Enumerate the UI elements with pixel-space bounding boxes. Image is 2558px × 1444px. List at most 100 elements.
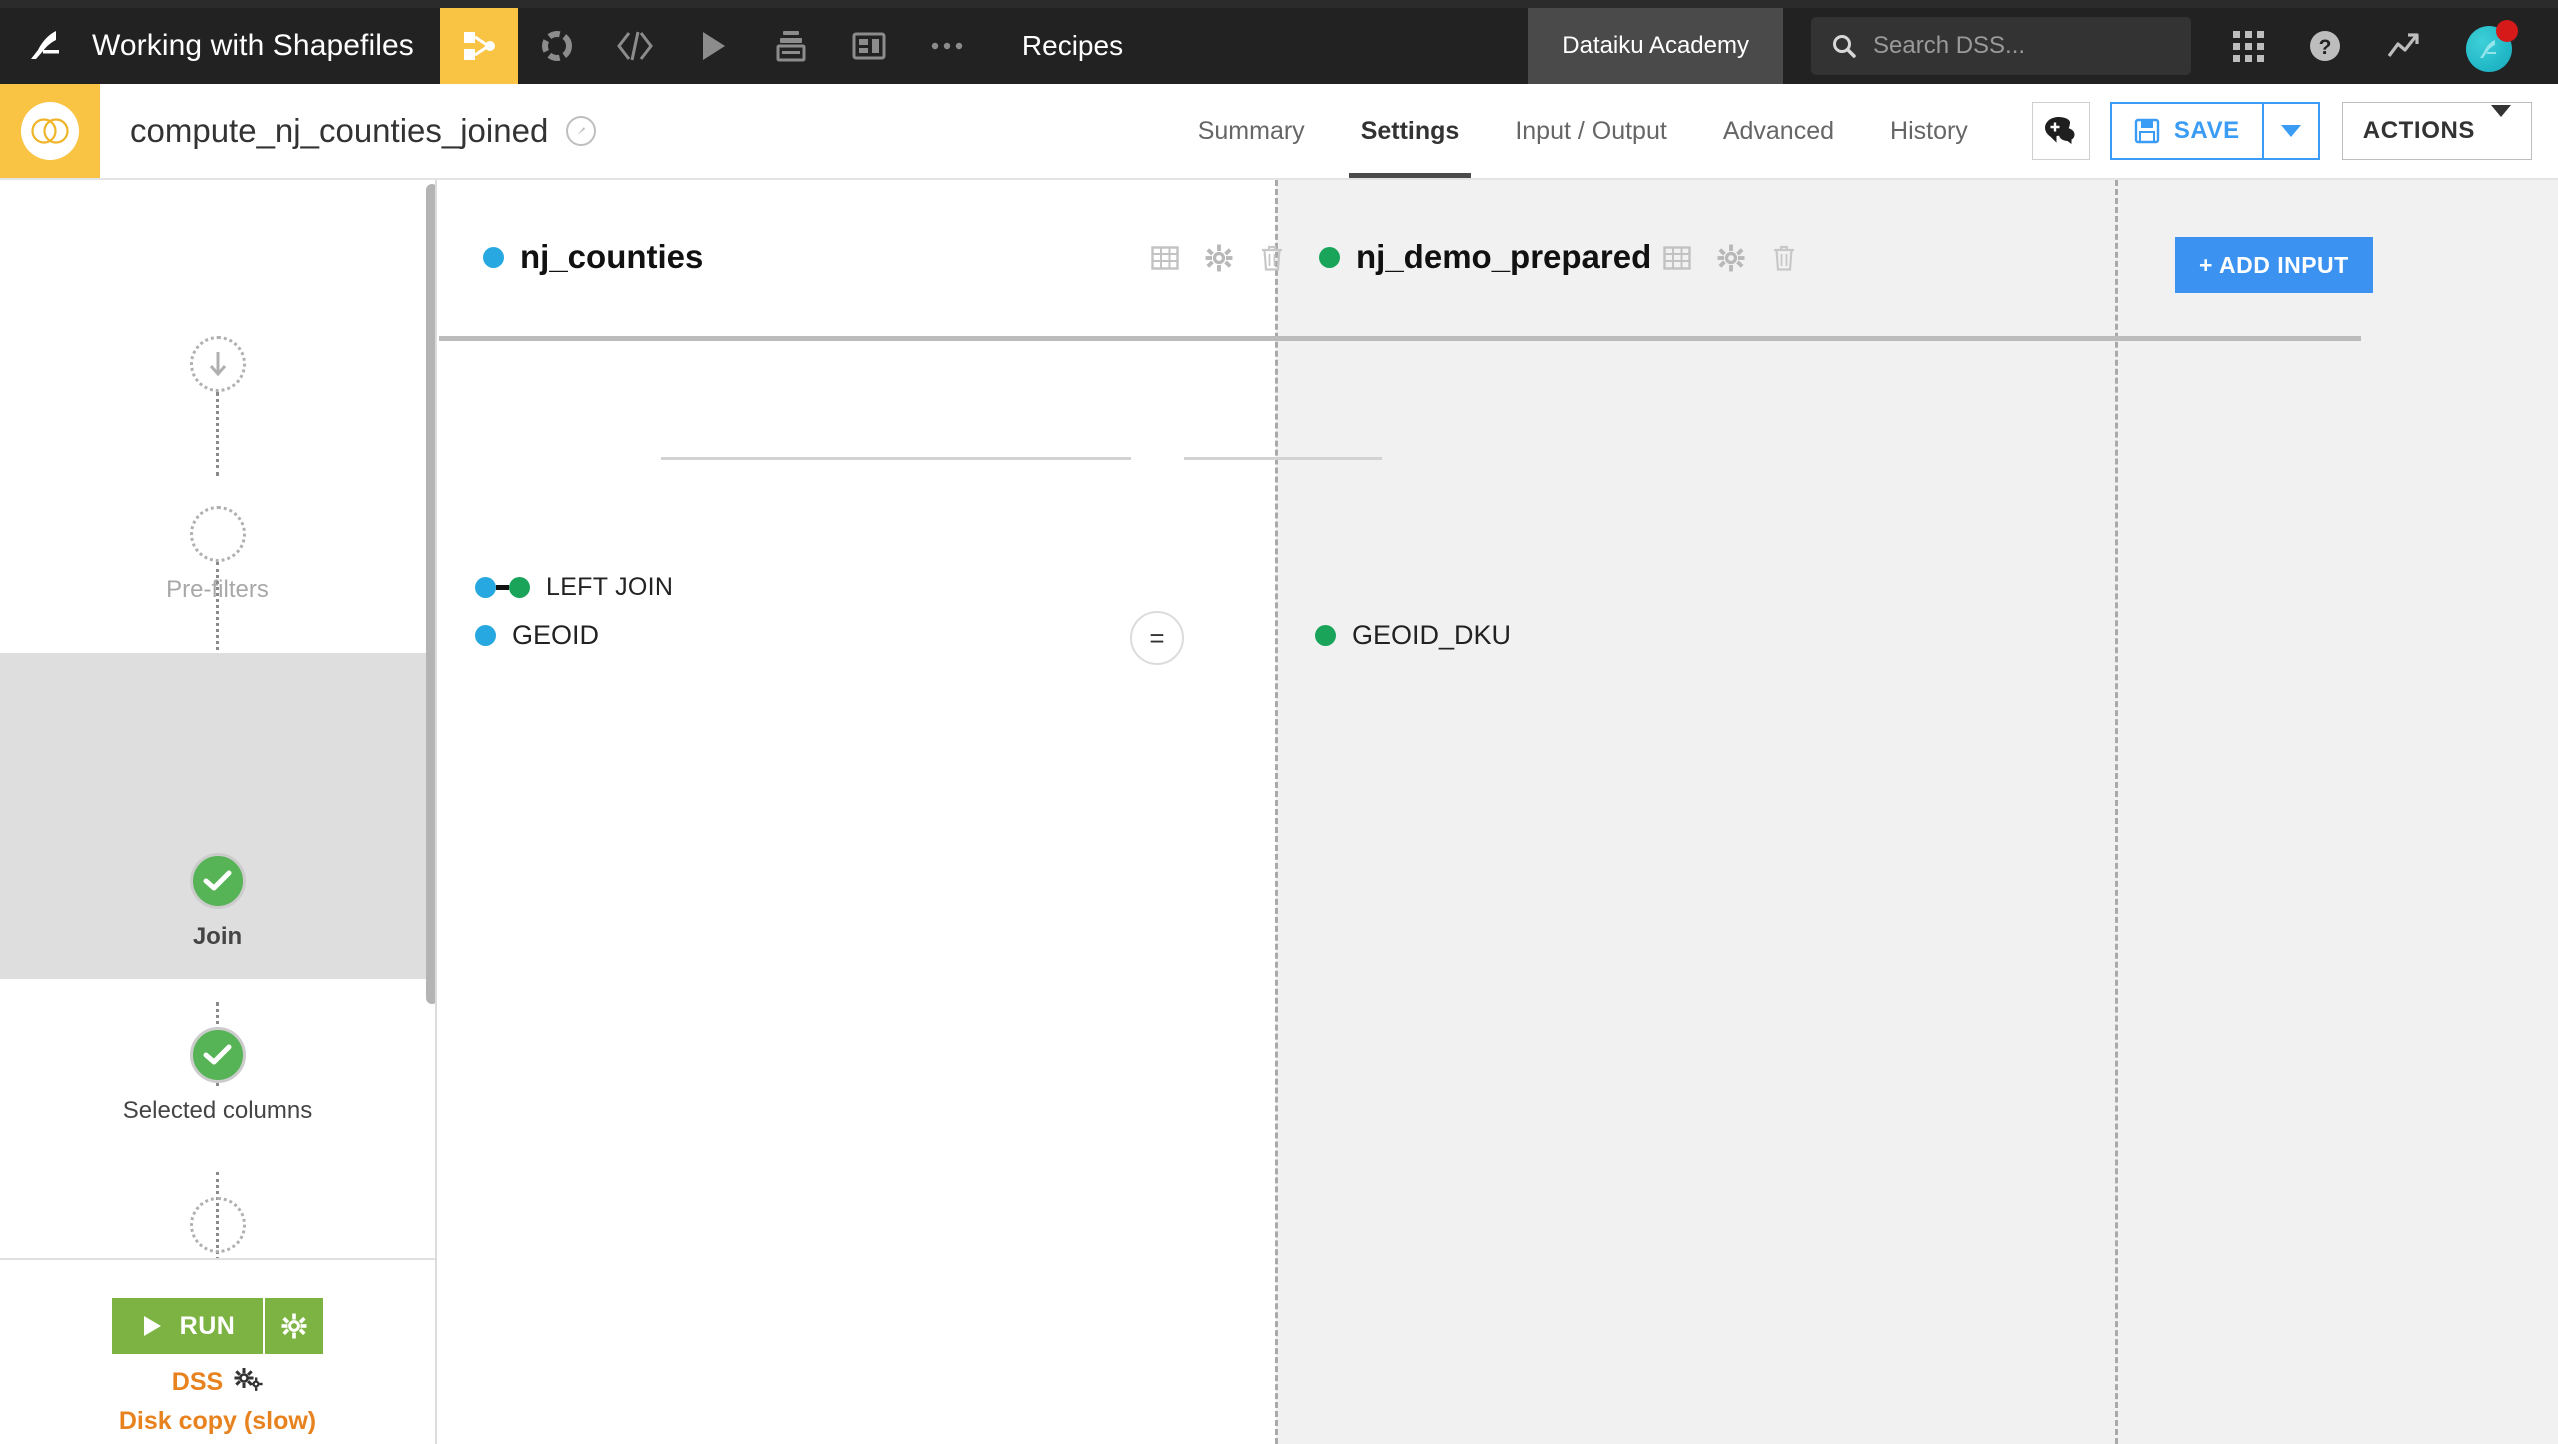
run-button[interactable]: RUN: [111, 1298, 264, 1354]
save-dropdown-button[interactable]: [2263, 102, 2320, 160]
trash-icon[interactable]: [1259, 244, 1285, 272]
tab-settings[interactable]: Settings: [1333, 84, 1488, 178]
code-icon[interactable]: [596, 8, 674, 84]
run-button-group: RUN: [111, 1298, 324, 1354]
header-actions: SAVE ACTIONS: [1996, 84, 2558, 178]
help-icon[interactable]: ?: [2308, 29, 2342, 63]
add-input-column: [2116, 180, 2558, 1444]
jobs-icon-svg: [776, 31, 806, 62]
gears-icon-svg: [234, 1368, 263, 1391]
compass-icon[interactable]: [566, 116, 597, 146]
recipe-type-icon-block: [0, 84, 100, 178]
step-node-input: [189, 336, 246, 392]
flow-icon-svg: [463, 32, 495, 60]
search-icon: [1833, 35, 1856, 58]
run-button-label: RUN: [179, 1311, 236, 1340]
code-icon-svg: [617, 31, 653, 61]
floppy-disk-icon: [2134, 118, 2160, 144]
search-placeholder: Search DSS...: [1873, 32, 2026, 59]
search-input[interactable]: Search DSS...: [1811, 17, 2191, 75]
navbar-spacer: [1159, 8, 1528, 84]
recipe-steps-sidebar: Pre-filters Pre-join computed columns Jo…: [0, 180, 437, 1444]
join-left-column[interactable]: GEOID: [475, 620, 599, 651]
gear-icon[interactable]: [1205, 244, 1233, 272]
lab-icon[interactable]: [518, 8, 596, 84]
join-operator[interactable]: =: [1130, 611, 1184, 665]
svg-text:?: ?: [2319, 36, 2332, 59]
sidebar-step-label: Join: [192, 923, 243, 950]
engine-row[interactable]: DSS: [172, 1366, 263, 1399]
run-play-icon[interactable]: [674, 8, 752, 84]
join-venn-icon: [21, 102, 79, 160]
step-node-selected-columns: [189, 1027, 246, 1083]
join-type-row[interactable]: LEFT JOIN: [475, 573, 673, 602]
save-button-label: SAVE: [2173, 117, 2240, 144]
tab-input-output[interactable]: Input / Output: [1487, 84, 1695, 178]
run-settings-button[interactable]: [263, 1298, 324, 1354]
join-right-column[interactable]: GEOID_DKU: [1315, 620, 1511, 651]
sidebar-step-selected-columns[interactable]: Selected columns: [0, 1027, 435, 1125]
sidebar-step-post-join-computed-columns[interactable]: Post-join computed columns: [0, 1197, 435, 1258]
dashboard-icon[interactable]: [830, 8, 908, 84]
chevron-down-icon: [2491, 105, 2511, 145]
save-button[interactable]: SAVE: [2109, 102, 2264, 160]
tab-summary[interactable]: Summary: [1170, 84, 1333, 178]
join-right-column-dot: [1315, 625, 1336, 646]
gear-icon[interactable]: [1717, 244, 1745, 272]
sidebar-step-input[interactable]: [0, 336, 435, 392]
more-icon-svg: [931, 42, 963, 50]
engine-note: Disk copy (slow): [118, 1407, 317, 1435]
table-icon[interactable]: [1151, 244, 1179, 272]
play-icon: [143, 1316, 161, 1336]
dataset-status-dot: [483, 246, 504, 268]
add-input-button[interactable]: + ADD INPUT: [2175, 237, 2373, 293]
jobs-icon[interactable]: [752, 8, 830, 84]
trash-icon[interactable]: [1771, 244, 1797, 272]
chevron-down-icon: [2280, 125, 2301, 137]
discussion-add-icon[interactable]: [2031, 102, 2090, 160]
dataset-title-left[interactable]: nj_counties: [483, 238, 703, 276]
join-left-column-label: GEOID: [512, 620, 600, 650]
sidebar-step-pre-filters[interactable]: Pre-filters: [0, 506, 435, 604]
sidebar-scrollbar[interactable]: [426, 184, 435, 1004]
user-avatar[interactable]: [2466, 20, 2518, 72]
flow-icon[interactable]: [439, 8, 518, 84]
search-wrapper: Search DSS...: [1783, 8, 2211, 84]
dataiku-bird-icon[interactable]: [0, 8, 92, 84]
avatar-bird-icon: [2480, 40, 2496, 58]
dataset-title-right[interactable]: nj_demo_prepared: [1319, 238, 1651, 276]
join-right-column-label: GEOID_DKU: [1352, 620, 1512, 650]
project-title[interactable]: Working with Shapefiles: [92, 8, 440, 84]
tab-history[interactable]: History: [1862, 84, 1996, 178]
page-title[interactable]: compute_nj_counties_joined: [130, 112, 548, 150]
dataset-icons-left: [1125, 244, 1285, 272]
join-link-bar: [496, 585, 509, 590]
more-icon[interactable]: [908, 8, 986, 84]
step-connector: [216, 392, 219, 476]
activity-icon[interactable]: [2386, 31, 2422, 61]
join-type-dots: [475, 577, 530, 598]
gear-icon: [281, 1313, 307, 1339]
academy-button[interactable]: Dataiku Academy: [1528, 8, 1783, 84]
discussion-add-icon-svg: [2044, 117, 2075, 144]
table-icon[interactable]: [1663, 244, 1691, 272]
sidebar-step-join[interactable]: Join: [0, 653, 435, 979]
dataset-name: nj_demo_prepared: [1356, 238, 1652, 275]
column-divider-1: [1275, 180, 1278, 1444]
run-panel: RUN DSS Disk copy (slow): [0, 1262, 435, 1444]
dataset-status-dot: [1319, 246, 1340, 268]
join-main-panel: nj_counties nj_demo_prepared + ADD INPUT…: [439, 180, 2558, 1444]
sidebar-step-label: Pre-filters: [166, 576, 269, 603]
gears-icon: [233, 1366, 263, 1399]
actions-button[interactable]: ACTIONS: [2341, 102, 2532, 160]
top-navbar: Working with Shapefiles Recipes Dataiku …: [0, 8, 2558, 84]
dataiku-bird-icon-svg: [31, 31, 59, 59]
save-button-group: SAVE: [2109, 102, 2320, 160]
dataset-name: nj_counties: [520, 238, 704, 275]
right-dataset-column: [1276, 180, 2116, 1444]
column-divider-2: [2115, 180, 2118, 1444]
apps-grid-icon[interactable]: [2233, 30, 2264, 62]
recipe-name-wrapper: compute_nj_counties_joined: [100, 84, 597, 178]
tab-advanced[interactable]: Advanced: [1695, 84, 1862, 178]
join-left-column-dot: [475, 625, 496, 646]
